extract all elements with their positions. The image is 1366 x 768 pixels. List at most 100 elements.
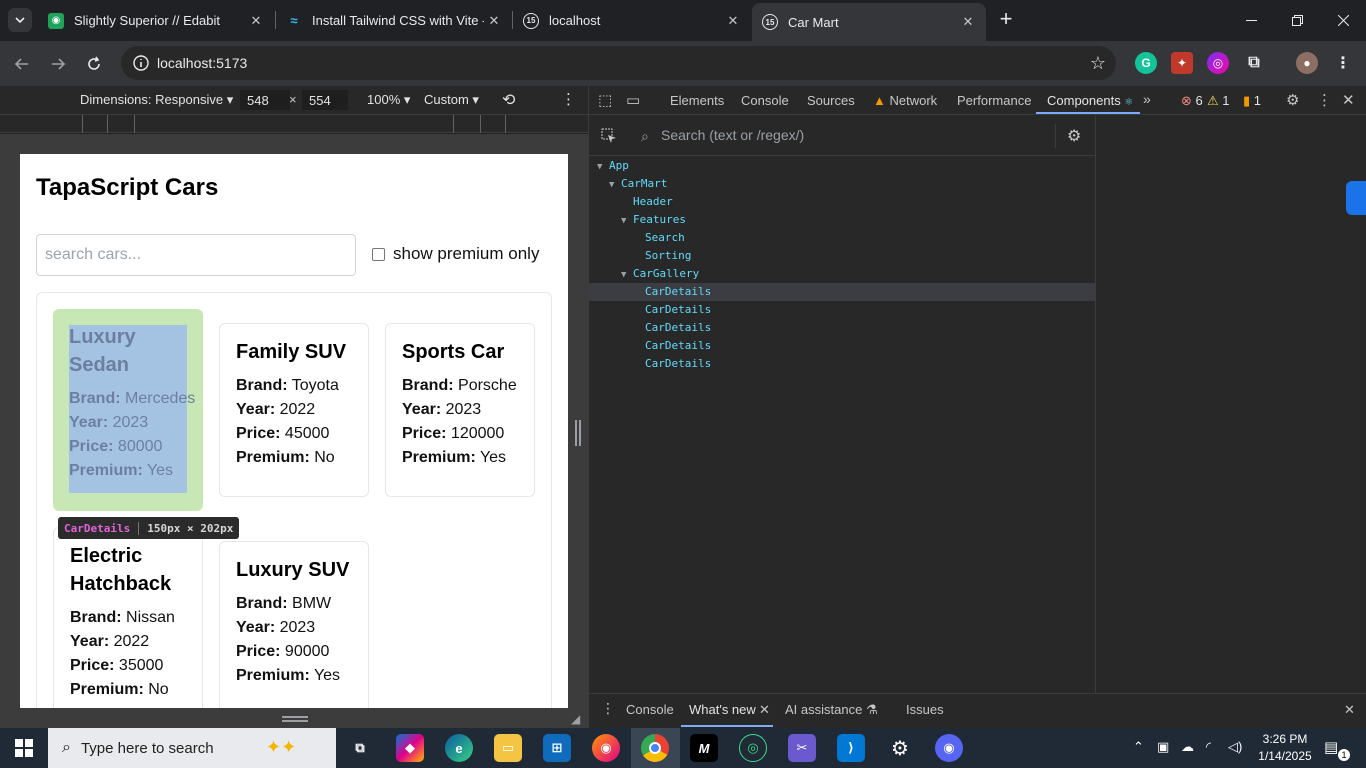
snip-tool-icon[interactable]: ✂	[788, 734, 816, 762]
tree-node[interactable]: Header	[589, 193, 1095, 211]
tree-node[interactable]: CarDetails	[589, 337, 1095, 355]
close-icon[interactable]: ✕	[958, 14, 978, 30]
task-view-icon[interactable]: ⧉	[346, 734, 374, 762]
browser-tab-localhost[interactable]: 15 localhost ✕	[513, 0, 751, 41]
windows-start-icon[interactable]	[15, 739, 33, 757]
site-info-icon[interactable]	[131, 53, 151, 73]
car-card[interactable]: Luxury SUV Brand: BMW Year: 2023 Price: …	[219, 541, 369, 708]
component-search-input[interactable]: Search (text or /regex/)	[661, 127, 804, 143]
github-copilot-icon[interactable]: ◎	[739, 734, 767, 762]
browser-tab-car-mart[interactable]: 15 Car Mart ✕	[752, 3, 986, 41]
warning-count[interactable]: ⚠ 1	[1207, 93, 1230, 109]
copilot-icon[interactable]: ◆	[396, 734, 424, 762]
drawer-tab-console[interactable]: Console	[626, 702, 674, 717]
inspect-element-icon[interactable]: ⬚	[598, 91, 612, 109]
device-toggle-icon[interactable]: ▭	[626, 91, 640, 109]
minimize-button[interactable]	[1228, 0, 1274, 40]
tree-node[interactable]: Search	[589, 229, 1095, 247]
close-icon[interactable]: ✕	[759, 702, 770, 718]
firefox-icon[interactable]: ◉	[592, 734, 620, 762]
bottom-resize-handle[interactable]	[282, 716, 308, 722]
forward-button[interactable]	[46, 52, 70, 76]
devtools-settings-icon[interactable]: ⚙	[1286, 91, 1299, 109]
tray-chevron-up-icon[interactable]: ⌃	[1133, 739, 1144, 755]
extension-circle-icon[interactable]: ◎	[1207, 52, 1229, 74]
tree-node[interactable]: ▼ App	[589, 157, 1095, 175]
car-card-highlighted[interactable]: Luxury Sedan Brand: Mercedes Year: 2023 …	[53, 309, 203, 511]
restore-button[interactable]	[1274, 0, 1320, 40]
car-card[interactable]: Family SUV Brand: Toyota Year: 2022 Pric…	[219, 323, 369, 497]
tree-node[interactable]: CarDetails	[589, 301, 1095, 319]
bookmark-star-icon[interactable]: ☆	[1090, 53, 1106, 74]
issue-count[interactable]: ▮ 1	[1243, 93, 1261, 109]
expand-arrow-icon[interactable]: ▼	[621, 266, 633, 284]
drawer-tab-issues[interactable]: Issues	[906, 702, 944, 717]
drawer-tab-whats-new[interactable]: What's new	[689, 702, 756, 717]
tab-elements[interactable]: Elements	[670, 93, 724, 108]
discord-icon[interactable]: ◉	[935, 734, 963, 762]
tree-node[interactable]: CarDetails	[589, 355, 1095, 373]
more-tabs-icon[interactable]: »	[1143, 91, 1151, 107]
volume-icon[interactable]: ◁)	[1228, 739, 1242, 755]
browser-tab-edabit[interactable]: ◉ Slightly Superior // Edabit ✕	[38, 0, 274, 41]
rotate-icon[interactable]: ⟲	[502, 90, 515, 110]
select-component-icon[interactable]	[601, 128, 617, 144]
dimensions-select[interactable]: Dimensions: Responsive ▾	[80, 92, 233, 108]
drawer-menu-icon[interactable]: ⋮	[601, 700, 615, 717]
grammarly-icon[interactable]: G	[1135, 52, 1157, 74]
devtools-close-icon[interactable]: ✕	[1342, 91, 1355, 109]
viewport-width-input[interactable]: 548	[240, 90, 290, 110]
close-window-button[interactable]	[1320, 0, 1366, 40]
corner-resize-handle[interactable]: ◢	[571, 712, 580, 726]
m-app-icon[interactable]: M	[690, 734, 718, 762]
drawer-close-icon[interactable]: ✕	[1344, 702, 1355, 718]
close-icon[interactable]: ✕	[723, 13, 743, 29]
taskbar-search[interactable]: ⌕ Type here to search ✦✦	[48, 728, 336, 768]
search-input[interactable]	[36, 234, 356, 276]
car-card[interactable]: Electric Hatchback Brand: Nissan Year: 2…	[53, 527, 203, 708]
premium-checkbox[interactable]	[372, 248, 385, 261]
viewport-height-input[interactable]: 554	[302, 90, 348, 110]
settings-gear-icon[interactable]: ⚙	[886, 734, 914, 762]
reload-button[interactable]	[82, 52, 106, 76]
expand-arrow-icon[interactable]: ▼	[597, 158, 609, 176]
back-button[interactable]	[10, 52, 34, 76]
tree-node[interactable]: CarDetails	[589, 319, 1095, 337]
expand-arrow-icon[interactable]: ▼	[609, 176, 621, 194]
throttle-select[interactable]: Custom ▾	[424, 92, 479, 108]
browser-menu-icon[interactable]: ⋮	[1332, 52, 1354, 74]
tab-console[interactable]: Console	[741, 93, 789, 108]
extensions-puzzle-icon[interactable]: ⧉	[1243, 52, 1265, 74]
right-resize-handle[interactable]	[575, 420, 581, 446]
profile-avatar[interactable]: ●	[1296, 52, 1318, 74]
tree-node[interactable]: ▼ CarGallery	[589, 265, 1095, 283]
tab-components[interactable]: Components ⚛	[1047, 93, 1133, 108]
tab-performance[interactable]: Performance	[957, 93, 1031, 108]
file-explorer-icon[interactable]: ▭	[494, 734, 522, 762]
meet-now-icon[interactable]: ▣	[1157, 739, 1169, 755]
zoom-select[interactable]: 100% ▾	[367, 92, 410, 108]
wifi-icon[interactable]: ◜	[1206, 739, 1211, 755]
vscode-icon[interactable]: ⟩	[837, 734, 865, 762]
chrome-icon[interactable]	[641, 734, 669, 762]
system-clock[interactable]: 3:26 PM 1/14/2025	[1258, 731, 1312, 765]
error-count[interactable]: ⊗ 6	[1181, 93, 1203, 109]
edge-icon[interactable]: e	[445, 734, 473, 762]
tree-node[interactable]: Sorting	[589, 247, 1095, 265]
side-panel-toggle[interactable]	[1346, 181, 1366, 215]
tree-node[interactable]: ▼ Features	[589, 211, 1095, 229]
tree-node-selected[interactable]: CarDetails	[589, 283, 1095, 301]
microsoft-store-icon[interactable]: ⊞	[543, 734, 571, 762]
tab-network[interactable]: ▲ Network	[873, 93, 937, 108]
tab-sources[interactable]: Sources	[807, 93, 855, 108]
tree-node[interactable]: ▼ CarMart	[589, 175, 1095, 193]
onedrive-cloud-icon[interactable]: ☁	[1181, 739, 1194, 755]
notification-icon[interactable]: ▤	[1324, 738, 1338, 756]
new-tab-button[interactable]: +	[994, 8, 1018, 32]
close-icon[interactable]: ✕	[246, 13, 266, 29]
drawer-tab-ai-assistance[interactable]: AI assistance ⚗	[785, 702, 878, 718]
devtools-menu-icon[interactable]: ⋮	[1317, 91, 1332, 109]
close-icon[interactable]: ✕	[484, 13, 504, 29]
browser-tab-tailwind[interactable]: ≈ Install Tailwind CSS with Vite - T ✕	[276, 0, 512, 41]
address-bar[interactable]: localhost:5173 ☆	[121, 46, 1116, 80]
